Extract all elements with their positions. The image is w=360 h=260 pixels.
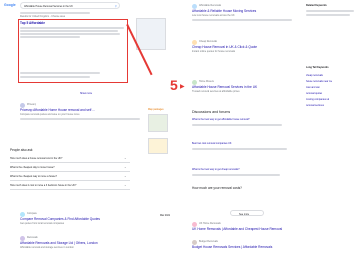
- text-line: [20, 30, 118, 32]
- annotation-number: 5: [170, 77, 178, 93]
- paa-question-text: What is the cheapest way to move a house…: [10, 175, 57, 178]
- text-line: [192, 19, 292, 21]
- text-line: [306, 14, 350, 16]
- result-site: Compare: [27, 212, 37, 215]
- paa-question[interactable]: How much does a house removal cost in th…: [10, 155, 130, 163]
- chevron-down-icon: ⌄: [124, 165, 127, 169]
- result-site: UK Home Removals: [199, 222, 221, 225]
- keyword-sidebar-pane: Related Keywords Long Tail Keywords chea…: [304, 0, 360, 260]
- keyword-link[interactable]: moving companies uk: [306, 98, 329, 101]
- map-date: Mar 2021: [160, 214, 171, 217]
- text-line: [192, 174, 280, 176]
- text-line: [20, 33, 120, 35]
- google-logo[interactable]: Google: [4, 3, 16, 7]
- see-more-button[interactable]: See more: [230, 210, 264, 216]
- keyword-link[interactable]: cheap removals: [306, 74, 323, 77]
- map-thumbnail[interactable]: [148, 138, 168, 154]
- middle-serp-pane: Affordable Removals Affordable & Reliabl…: [190, 0, 302, 260]
- chevron-down-icon: ⌄: [124, 174, 127, 178]
- result-desc: Instant online quotes for house removals: [192, 50, 236, 53]
- featured-heading[interactable]: Top 5 Affordable: [20, 21, 45, 25]
- result-desc: Affordable removal and storage services …: [20, 246, 74, 249]
- search-input[interactable]: Affordable House Removal Services in the…: [20, 2, 120, 9]
- search-icon[interactable]: ⚲: [115, 5, 117, 8]
- arrow-head-icon: ▶: [180, 84, 185, 90]
- result-site: Pricesnp: [27, 103, 37, 106]
- discussion-item[interactable]: What is the best way to get cheap remova…: [192, 168, 300, 171]
- text-line: [20, 76, 90, 78]
- paa-question-text: How much does it cost to move a 3 bedroo…: [10, 184, 77, 187]
- see-more-label: See more: [239, 212, 250, 216]
- keyword-link[interactable]: removal services: [306, 104, 324, 107]
- result-title[interactable]: Affordable House Removal Services in the…: [192, 85, 300, 89]
- discussion-item[interactable]: What is the best way to get affordable h…: [192, 118, 300, 121]
- keyword-link[interactable]: man and van: [306, 86, 320, 89]
- text-line: [192, 124, 282, 126]
- result-site: Affordable Removals: [199, 4, 222, 7]
- result-title[interactable]: Affordable & Reliable House Moving Servi…: [192, 9, 300, 13]
- text-line: [20, 118, 140, 120]
- text-line: [20, 72, 100, 74]
- text-line: [20, 27, 124, 29]
- discussions-title: Discussions and forums: [192, 110, 231, 114]
- result-desc: Compare removal quotes and save on your …: [20, 113, 80, 116]
- result-desc: Low cost house removals across the UK: [192, 14, 235, 17]
- keyword-link[interactable]: removal quotes: [306, 92, 322, 95]
- text-line: [306, 10, 354, 12]
- snippet-image[interactable]: [136, 18, 166, 50]
- result-title[interactable]: Compare Removal Companies & Find Afforda…: [20, 217, 150, 221]
- result-site: Removals: [27, 236, 38, 239]
- result-title[interactable]: Pricesnp Affordable Home House removal a…: [20, 108, 150, 112]
- paa-question-text: How much does a house removal cost in th…: [10, 157, 63, 160]
- paa-title: People also ask: [10, 148, 33, 152]
- show-more-link[interactable]: Show more: [80, 92, 92, 95]
- left-serp-pane: Google Affordable House Removal Services…: [0, 0, 172, 260]
- map-thumbnail[interactable]: [148, 114, 168, 132]
- result-site: Budget Removals: [199, 240, 218, 243]
- paa-question[interactable]: What is the cheapest day to move house? …: [10, 164, 130, 172]
- discussion-item[interactable]: Best low cost removal companies UK: [192, 142, 300, 145]
- text-line: [192, 148, 287, 150]
- result-site: Cheap Removals: [199, 40, 218, 43]
- result-desc: Get quotes from local removal companies: [20, 222, 65, 225]
- paa-question[interactable]: How much does it cost to move a 3 bedroo…: [10, 182, 130, 190]
- result-title[interactable]: Budget House Removals Services | Afforda…: [192, 245, 300, 249]
- result-title[interactable]: Cheap House Removal in UK & Click & Quot…: [192, 45, 300, 49]
- chevron-down-icon: ⌄: [124, 156, 127, 160]
- search-query-text: Affordable House Removal Services in the…: [24, 5, 73, 8]
- text-line: [20, 36, 80, 38]
- chevron-down-icon: ⌄: [124, 183, 127, 187]
- result-title[interactable]: UK Home Removals | Affordable and Cheape…: [192, 227, 300, 231]
- qa-title: How much are your removal costs?: [192, 186, 242, 190]
- paa-question-text: What is the cheapest day to move house?: [10, 166, 55, 169]
- keyword-link[interactable]: house removals near me: [306, 80, 332, 83]
- long-tail-keywords-label: Long Tail Keywords: [306, 66, 329, 69]
- result-site: Home Movers: [199, 80, 214, 83]
- map-label: Map packages: [148, 108, 164, 111]
- result-desc: Trusted removal services at affordable p…: [192, 90, 240, 93]
- related-keywords-label: Related Keywords: [306, 4, 327, 7]
- location-note: Results for United Kingdom - Choose area: [20, 15, 65, 18]
- paa-question[interactable]: What is the cheapest way to move a house…: [10, 173, 130, 181]
- tab-bar[interactable]: [20, 12, 90, 14]
- result-title[interactable]: Affordable Removals and Storage Ltd | Ot…: [20, 241, 150, 245]
